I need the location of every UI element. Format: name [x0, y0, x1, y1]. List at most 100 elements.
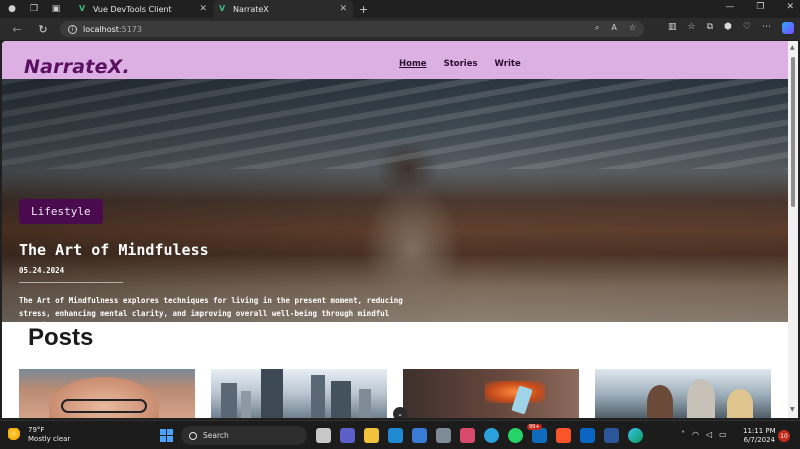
volume-icon[interactable]: ◁: [706, 430, 712, 439]
person-shape: [687, 379, 715, 418]
favorite-star-icon[interactable]: ☆: [629, 23, 636, 33]
building-shape: [241, 391, 251, 418]
address-bar[interactable]: i localhost :5173 ⌕ A ☆: [60, 21, 644, 37]
snipping-tool-icon[interactable]: [460, 428, 475, 443]
vue-logo-icon: V: [79, 4, 86, 13]
hero-date: 05.24.2024: [19, 266, 65, 275]
profile-avatar-icon[interactable]: ●: [5, 2, 19, 16]
nav-stories[interactable]: Stories: [444, 59, 478, 69]
collections-icon[interactable]: ⧉: [707, 22, 713, 34]
copilot-icon[interactable]: [782, 22, 794, 34]
split-screen-icon[interactable]: ▥: [668, 22, 677, 34]
site-header: NarrateX. Home Stories Write: [2, 41, 788, 79]
extension-icon[interactable]: ⬢: [724, 22, 732, 34]
close-tab-icon[interactable]: ✕: [199, 4, 207, 14]
scroll-down-arrow-icon[interactable]: ▼: [790, 407, 796, 413]
word-icon[interactable]: [604, 428, 619, 443]
favorites-icon[interactable]: ☆: [688, 22, 696, 34]
system-tray: ˄ ◠ ◁ ▭: [681, 430, 727, 439]
tab-vue-devtools[interactable]: V Vue DevTools Client ✕: [73, 0, 213, 18]
building-shape: [221, 383, 237, 418]
tab-narratex[interactable]: V NarrateX ✕: [213, 0, 353, 18]
brave-icon[interactable]: [556, 428, 571, 443]
teams-chat-icon[interactable]: [340, 428, 355, 443]
taskbar-search[interactable]: Search: [181, 426, 307, 445]
search-icon: [189, 431, 197, 440]
store-icon[interactable]: [412, 428, 427, 443]
zoom-icon[interactable]: ⌕: [595, 23, 599, 33]
posts-heading: Posts: [28, 324, 94, 351]
chevron-up-icon[interactable]: ˄: [681, 430, 685, 439]
edge-icon[interactable]: [628, 428, 643, 443]
weather-moon-icon: [8, 428, 22, 442]
web-page: NarrateX. Home Stories Write Lifestyle T…: [2, 41, 788, 418]
browser-extensions: ▥ ☆ ⧉ ⬢ ♡ ⋯: [668, 22, 794, 34]
read-aloud-icon[interactable]: A: [611, 23, 616, 33]
url-host: localhost: [83, 24, 119, 34]
clock-date: 6/7/2024: [743, 436, 776, 444]
hero-title[interactable]: The Art of Mindfuless: [19, 241, 209, 259]
clock-time: 11:11 PM: [743, 427, 776, 435]
person-shape: [727, 389, 753, 418]
address-bar-actions: ⌕ A ☆: [595, 23, 636, 33]
task-view-icon[interactable]: [316, 428, 331, 443]
scroll-up-arrow-icon[interactable]: ▲: [790, 45, 796, 51]
post-card-image[interactable]: [211, 369, 387, 418]
person-shape: [647, 385, 673, 418]
main-nav: Home Stories Write: [399, 59, 521, 69]
minimize-icon[interactable]: —: [725, 2, 734, 12]
whatsapp-badge: 99+: [527, 424, 542, 430]
glasses-shape: [61, 399, 147, 413]
post-card-image[interactable]: [403, 369, 579, 418]
mail-icon[interactable]: [532, 428, 547, 443]
start-button-icon[interactable]: [160, 429, 173, 442]
weather-text: 79°F Mostly clear: [28, 426, 70, 444]
weather-temp: 79°F: [28, 426, 45, 434]
tab-title: Vue DevTools Client: [93, 4, 172, 14]
tab-actions-icon[interactable]: ▣: [49, 2, 63, 16]
file-explorer-icon[interactable]: [364, 428, 379, 443]
whatsapp-icon[interactable]: [508, 428, 523, 443]
scrollbar-thumb[interactable]: [791, 57, 795, 207]
vue-logo-icon: V: [219, 4, 226, 13]
weather-widget[interactable]: 79°F Mostly clear: [8, 426, 70, 444]
notification-count[interactable]: 10: [778, 430, 790, 442]
building-shape: [261, 369, 283, 418]
weather-condition: Mostly clear: [28, 435, 71, 443]
site-info-icon[interactable]: i: [68, 24, 77, 34]
post-card-image[interactable]: [19, 369, 195, 418]
post-card-image[interactable]: [595, 369, 771, 418]
taskbar-clock[interactable]: 11:11 PM 6/7/2024: [743, 427, 776, 445]
refresh-icon[interactable]: ↻: [34, 20, 52, 38]
category-badge[interactable]: Lifestyle: [19, 199, 103, 224]
url-port: :5173: [118, 24, 142, 34]
site-logo[interactable]: NarrateX.: [24, 56, 130, 78]
search-placeholder: Search: [203, 431, 229, 440]
vscode-icon[interactable]: [388, 428, 403, 443]
wifi-icon[interactable]: ◠: [692, 430, 699, 439]
taskbar-apps: [316, 428, 643, 443]
battery-icon[interactable]: ▭: [719, 430, 727, 439]
hero-overlay: [2, 79, 788, 322]
tab-title: NarrateX: [233, 4, 269, 14]
new-tab-icon[interactable]: +: [359, 3, 368, 16]
telegram-icon[interactable]: [484, 428, 499, 443]
camera-icon[interactable]: [436, 428, 451, 443]
nav-write[interactable]: Write: [495, 59, 521, 69]
back-arrow-icon[interactable]: ←: [8, 20, 26, 38]
browser-toolbar: ← ↻ i localhost :5173 ⌕ A ☆ ▥ ☆ ⧉ ⬢ ♡ ⋯: [0, 18, 800, 40]
close-tab-icon[interactable]: ✕: [339, 4, 347, 14]
outlook-icon[interactable]: [580, 428, 595, 443]
nav-home[interactable]: Home: [399, 59, 427, 69]
hero-divider: [19, 282, 123, 283]
workspaces-icon[interactable]: ❒: [27, 2, 41, 16]
window-controls: — ❐ ✕: [725, 2, 794, 12]
maximize-icon[interactable]: ❐: [756, 2, 764, 12]
building-shape: [331, 381, 351, 418]
close-window-icon[interactable]: ✕: [786, 2, 794, 12]
featured-hero[interactable]: Lifestyle The Art of Mindfuless 05.24.20…: [2, 79, 788, 322]
scroll-down-icon[interactable]: ⌄: [393, 407, 407, 418]
page-scrollbar[interactable]: ▲ ▼: [788, 41, 798, 418]
performance-icon[interactable]: ♡: [743, 22, 751, 34]
more-options-icon[interactable]: ⋯: [762, 22, 771, 34]
